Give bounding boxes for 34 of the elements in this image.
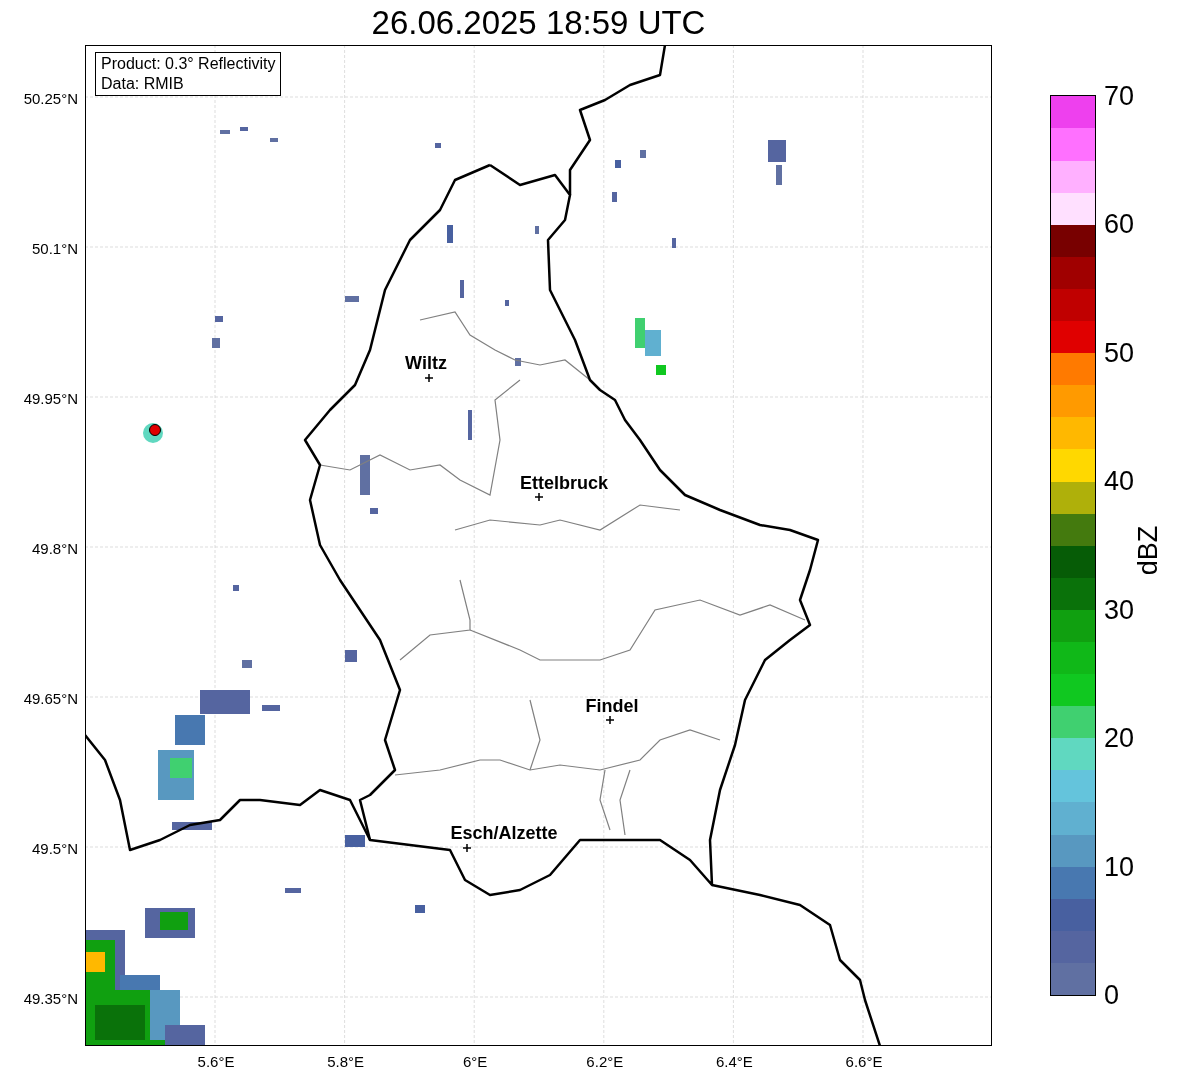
longitude-label: 5.6°E — [197, 1054, 235, 1069]
latitude-label: 50.25°N — [23, 90, 78, 106]
latitude-label: 50.1°N — [31, 240, 78, 256]
chart-title: 26.06.2025 18:59 UTC — [371, 6, 706, 39]
latitude-label: 49.35°N — [23, 990, 78, 1006]
scale-tick-label: 0 — [1104, 981, 1120, 1009]
latitude-label: 49.5°N — [31, 840, 78, 856]
info-text: Data: RMIB — [101, 74, 185, 94]
info-text: Product: 0.3° Reflectivity — [101, 54, 276, 74]
latitude-label: 49.95°N — [23, 390, 78, 406]
latitude-label: 49.65°N — [23, 690, 78, 706]
city-label: Wiltz — [405, 354, 447, 372]
scale-tick-label: 60 — [1104, 210, 1135, 238]
city-label: Ettelbruck — [520, 474, 608, 492]
city-marker-icon — [534, 492, 544, 502]
radar-site-icon — [143, 423, 163, 443]
longitude-label: 5.8°E — [327, 1054, 364, 1069]
scale-tick-label: 10 — [1104, 853, 1135, 881]
city-marker-icon — [462, 843, 472, 853]
scale-tick-label: 20 — [1104, 724, 1135, 752]
scale-tick-label: 50 — [1104, 339, 1135, 367]
longitude-label: 6°E — [463, 1054, 488, 1069]
scale-axis-title: dBZ — [1135, 525, 1163, 576]
scale-tick-label: 30 — [1104, 596, 1135, 624]
longitude-label: 6.2°E — [586, 1054, 624, 1069]
longitude-label: 6.6°E — [845, 1054, 883, 1069]
city-label: Esch/Alzette — [450, 824, 558, 842]
scale-tick-label: 70 — [1104, 82, 1135, 110]
scale-tick-label: 40 — [1104, 467, 1135, 495]
city-marker-icon — [424, 373, 434, 383]
longitude-label: 6.4°E — [715, 1054, 753, 1069]
latitude-label: 49.8°N — [31, 540, 78, 556]
city-label: Findel — [585, 697, 639, 715]
city-marker-icon — [605, 715, 615, 725]
